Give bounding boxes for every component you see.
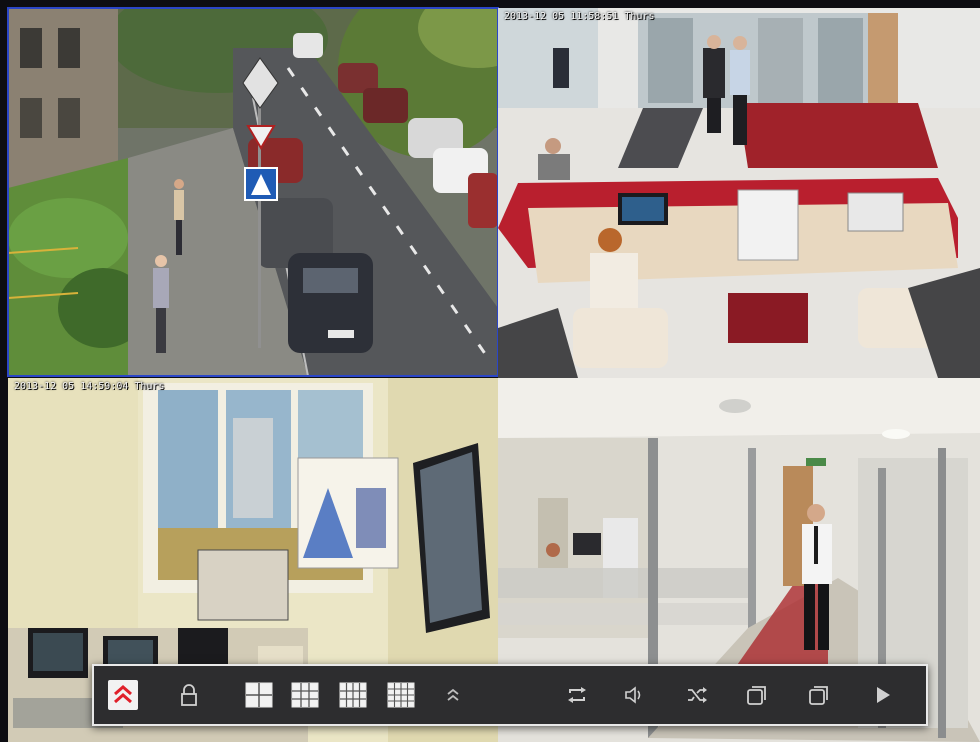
grid-3x3-icon [291,682,319,708]
camera-osd-timestamp: 2013-12 05 11:58:51 Thurs [504,11,655,22]
lock-icon [181,684,197,706]
lock-button[interactable] [174,680,204,710]
camera-view-reception[interactable]: 2013-12 05 11:58:51 Thurs [498,8,980,378]
street-scene [8,8,498,376]
stacked-windows-icon [747,686,766,705]
speaker-icon [625,686,641,704]
repeat-icon [568,687,586,703]
double-chevron-up-icon [447,688,459,701]
layout-9-button[interactable] [290,680,320,710]
window-button[interactable] [742,680,772,710]
more-layouts-button[interactable] [438,680,468,710]
grid-2x2-icon [245,682,273,708]
camera-view-street[interactable] [7,7,499,377]
window-alt-button[interactable] [804,680,834,710]
sequence-button[interactable] [562,680,592,710]
camera-grid: 2013-12 05 11:58:51 Thurs 2013-12 05 14:… [0,0,980,742]
shuffle-button[interactable] [682,680,712,710]
volume-button[interactable] [620,680,650,710]
collapse-toolbar-button[interactable] [108,680,138,710]
playback-toolbar [92,664,928,726]
grid-4x3-icon [339,682,367,708]
play-icon [877,687,890,703]
layout-4-button[interactable] [244,680,274,710]
layout-12-button[interactable] [338,680,368,710]
layout-16-button[interactable] [386,680,416,710]
stacked-windows-icon [809,686,828,705]
play-button[interactable] [868,680,898,710]
reception-scene [498,8,980,378]
camera-osd-timestamp: 2013-12 05 14:59:04 Thurs [14,381,165,392]
double-chevron-up-icon [114,685,132,704]
grid-4x4-icon [387,682,415,708]
shuffle-icon [688,687,707,703]
